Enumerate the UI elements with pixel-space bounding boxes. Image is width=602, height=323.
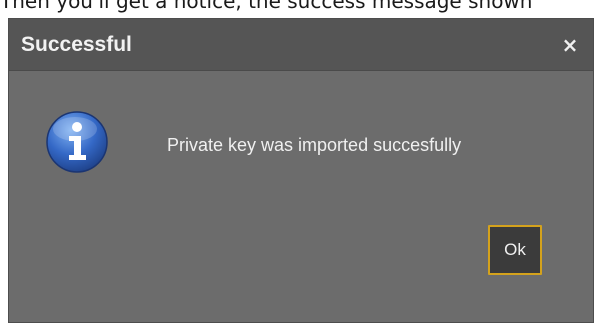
dialog-title: Successful: [21, 33, 132, 56]
info-icon: [46, 111, 108, 173]
dialog-titlebar: Successful ×: [9, 19, 593, 71]
dialog-message: Private key was imported succesfully: [167, 135, 462, 155]
screen: Then you'll get a notice, the success me…: [0, 0, 602, 323]
success-dialog: Successful × Private key was imported su…: [8, 18, 594, 323]
close-icon[interactable]: ×: [557, 32, 583, 58]
background-caption-text: Then you'll get a notice, the success me…: [0, 0, 533, 13]
ok-button[interactable]: Ok: [488, 225, 542, 275]
